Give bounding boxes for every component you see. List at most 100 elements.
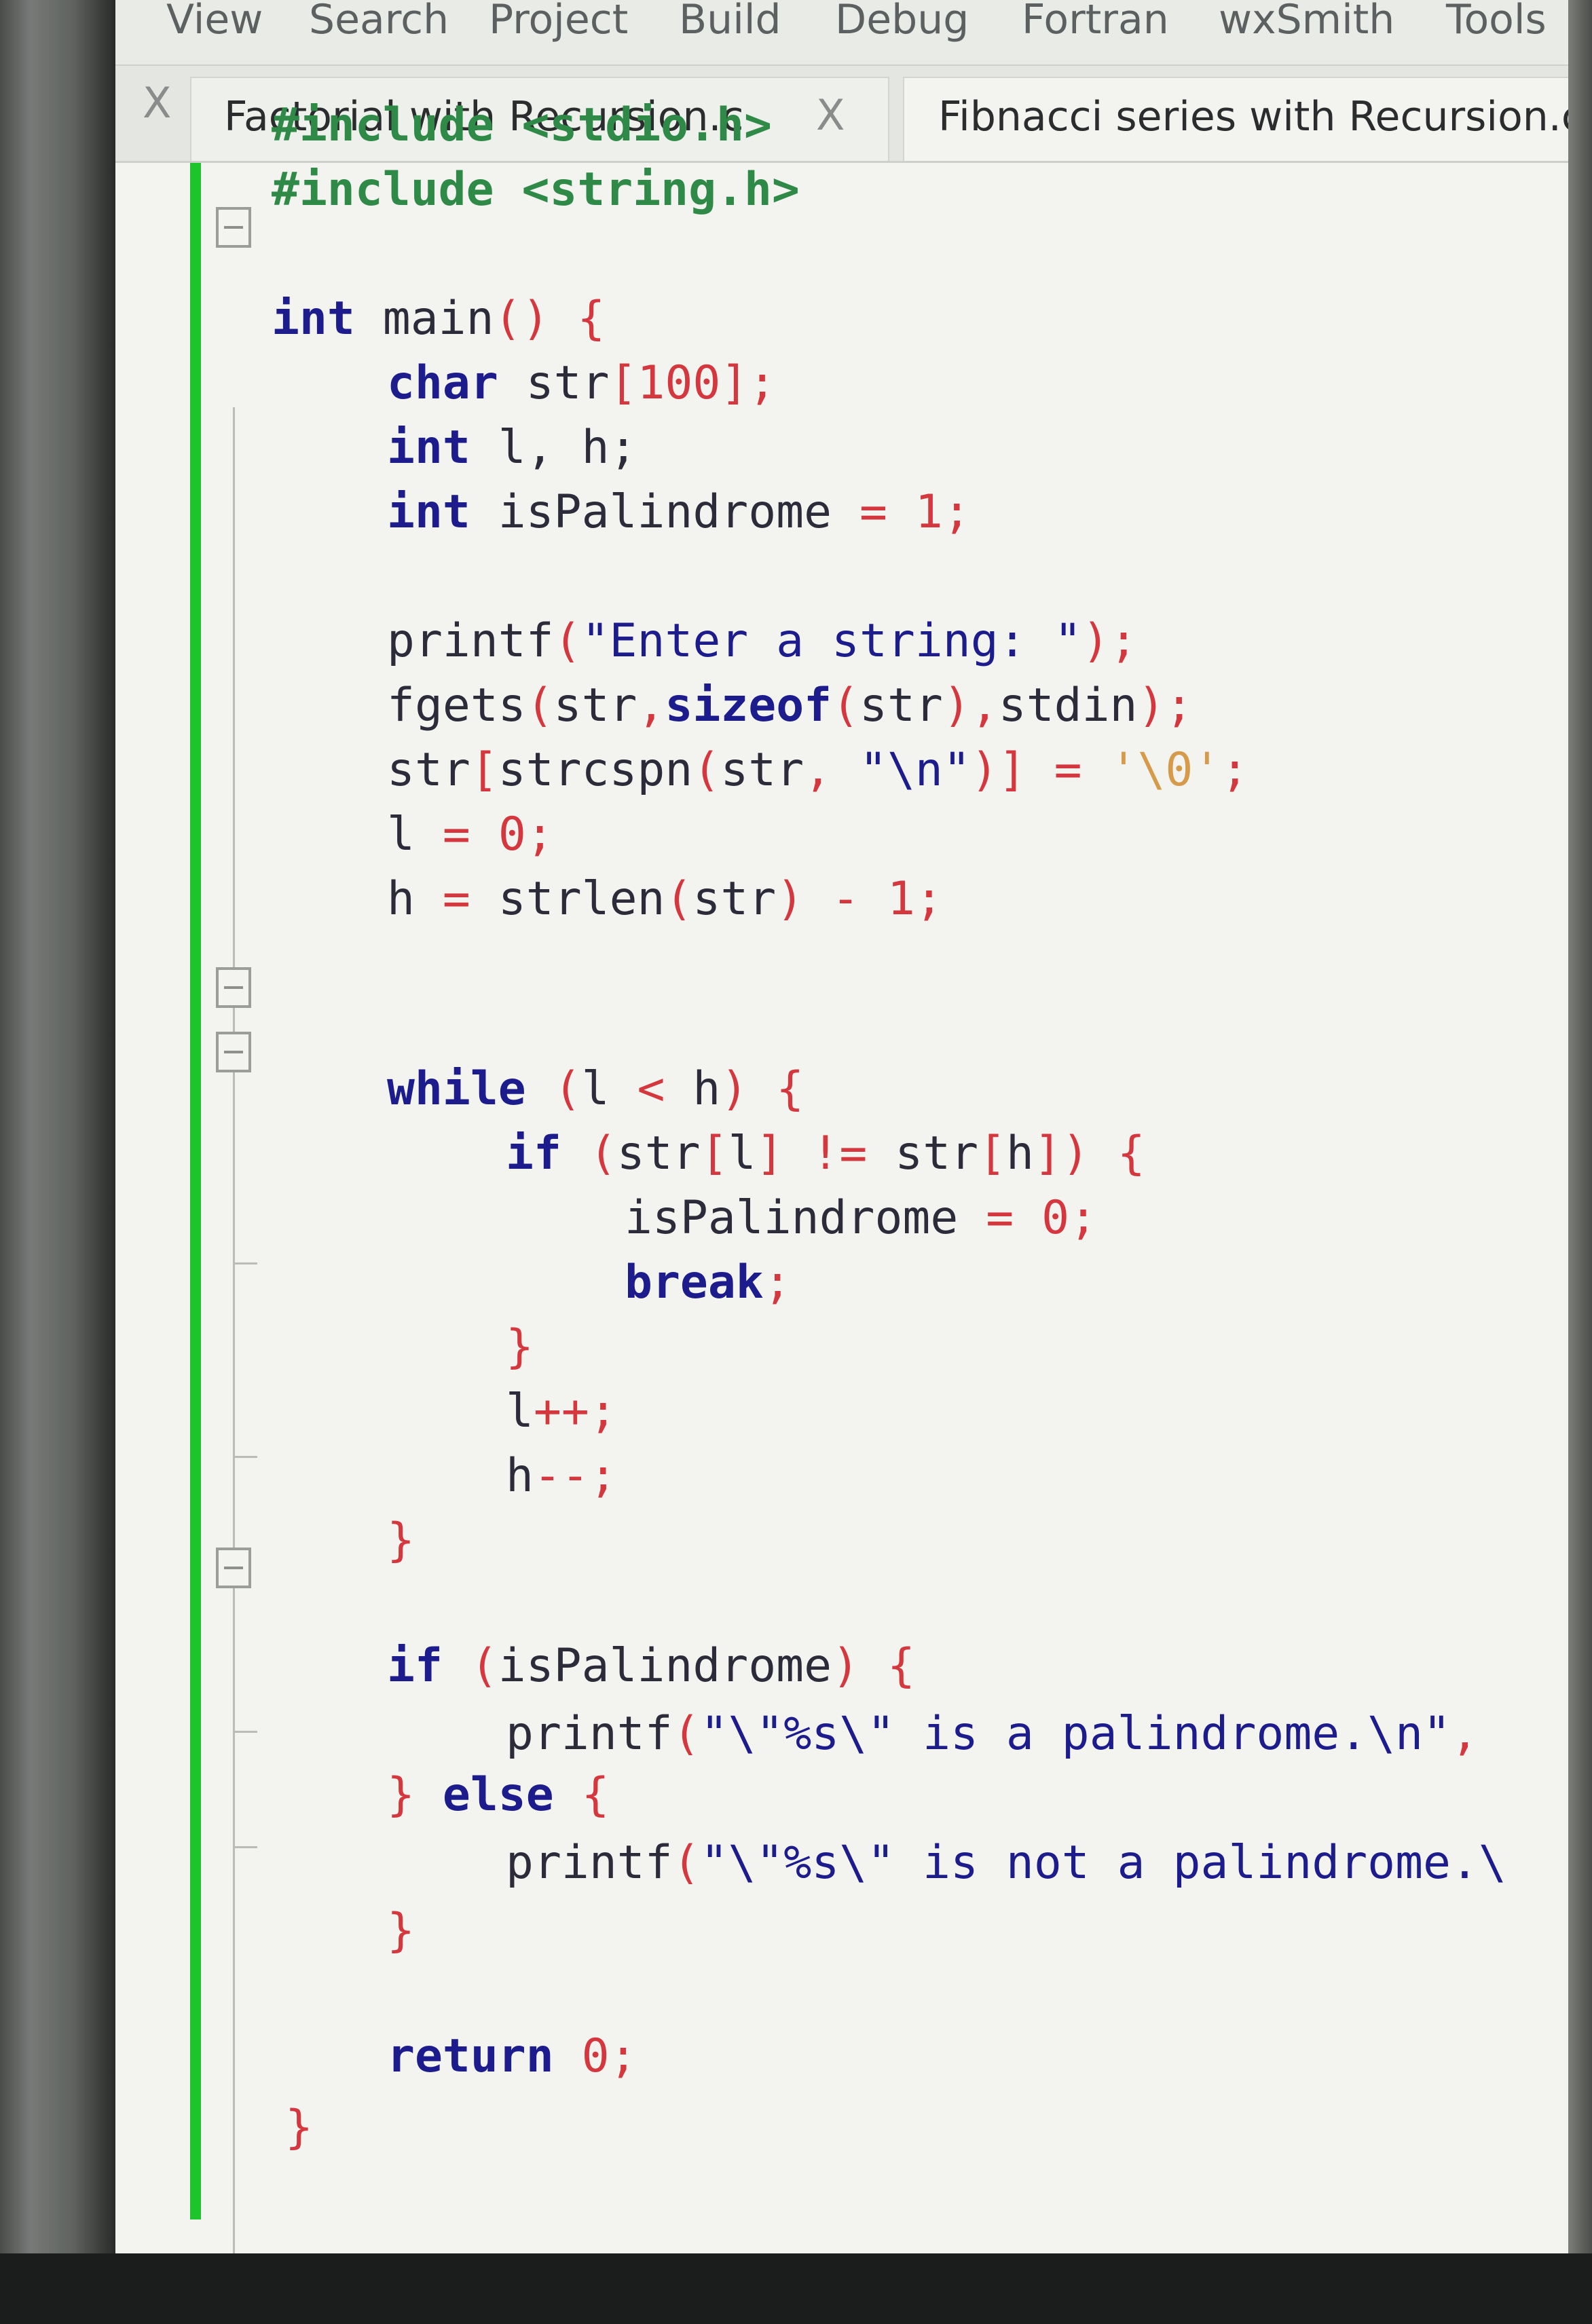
menu-project[interactable]: Project bbox=[489, 0, 628, 43]
code-line: if (str[l] != str[h]) { bbox=[506, 1127, 1145, 1181]
code-line: l++; bbox=[506, 1385, 617, 1439]
code-token: str bbox=[498, 356, 610, 410]
code-token: str bbox=[895, 1127, 979, 1180]
code-token: < bbox=[637, 1062, 665, 1116]
code-token: 100 bbox=[637, 356, 721, 410]
code-token: ( bbox=[561, 1127, 617, 1180]
fold-end-marker bbox=[233, 1731, 257, 1733]
code-token: [ bbox=[978, 1127, 1007, 1180]
code-token: 0 bbox=[498, 808, 526, 861]
menu-bar: View Search Project Build Debug Fortran … bbox=[115, 0, 1568, 66]
code-line: } else { bbox=[387, 1768, 610, 1822]
code-token: int bbox=[272, 292, 355, 345]
code-line: while (l < h) { bbox=[387, 1062, 804, 1117]
close-icon[interactable]: X bbox=[816, 90, 845, 140]
code-token: int bbox=[387, 421, 470, 474]
code-line: int l, h; bbox=[387, 421, 637, 475]
code-token: #include <stdio.h> bbox=[272, 98, 772, 152]
code-token: ; bbox=[942, 485, 971, 539]
fold-toggle-icon[interactable] bbox=[216, 1548, 251, 1588]
code-line: #include <string.h> bbox=[272, 163, 800, 217]
code-token: h bbox=[1006, 1127, 1034, 1180]
code-line: h--; bbox=[506, 1449, 617, 1503]
code-token: l bbox=[728, 1127, 756, 1180]
code-token: int bbox=[387, 485, 470, 539]
code-line: h = strlen(str) - 1; bbox=[387, 872, 943, 926]
menu-build[interactable]: Build bbox=[679, 0, 781, 43]
menu-search[interactable]: Search bbox=[309, 0, 449, 43]
code-token: h bbox=[665, 1062, 721, 1116]
code-line: } bbox=[387, 1904, 415, 1958]
code-token: ) bbox=[720, 1062, 777, 1116]
close-icon[interactable]: X bbox=[143, 78, 171, 128]
menu-tools[interactable]: Tools bbox=[1446, 0, 1547, 43]
code-token: ); bbox=[1081, 614, 1138, 668]
device-bezel-bottom bbox=[0, 2253, 1592, 2324]
code-token: h bbox=[387, 872, 415, 926]
code-line: int isPalindrome = 1; bbox=[387, 485, 971, 540]
code-token: "\"%s\" is a palindrome.\n" bbox=[700, 1707, 1451, 1761]
device-bezel-left bbox=[0, 0, 122, 2324]
code-token: strlen bbox=[498, 872, 665, 926]
code-token: { bbox=[887, 1639, 915, 1693]
code-line: printf("\"%s\" is not a palindrome.\ bbox=[506, 1836, 1506, 1890]
code-line: #include <stdio.h> bbox=[272, 98, 772, 153]
code-token: ( bbox=[672, 1836, 701, 1890]
code-token: isPalindrome bbox=[625, 1191, 986, 1245]
fold-toggle-icon[interactable] bbox=[216, 207, 251, 248]
code-token: , bbox=[1450, 1707, 1479, 1761]
code-token: , bbox=[804, 743, 860, 797]
code-token: strcspn bbox=[498, 743, 693, 797]
code-token: "\"%s\" is not a palindrome.\ bbox=[700, 1836, 1506, 1890]
code-token: ]; bbox=[720, 356, 777, 410]
code-token: } bbox=[506, 1320, 534, 1374]
code-token: { bbox=[581, 1768, 610, 1822]
code-token: ( bbox=[525, 679, 554, 732]
code-token: ) bbox=[776, 872, 804, 926]
code-token: = bbox=[859, 485, 887, 539]
code-token: , bbox=[637, 679, 665, 732]
code-line: if (isPalindrome) { bbox=[387, 1639, 915, 1693]
code-line: printf("\"%s\" is a palindrome.\n", bbox=[506, 1707, 1479, 1761]
code-line: } bbox=[506, 1320, 534, 1374]
code-token: { bbox=[549, 292, 606, 345]
code-token: printf bbox=[506, 1707, 673, 1761]
code-token: ( bbox=[553, 614, 582, 668]
code-token: ); bbox=[1137, 679, 1193, 732]
code-token: "\n" bbox=[859, 743, 971, 797]
code-token: l bbox=[581, 1062, 637, 1116]
code-token: l bbox=[387, 808, 415, 861]
code-token: = bbox=[442, 872, 470, 926]
code-line: int main() { bbox=[272, 292, 605, 346]
fold-toggle-icon[interactable] bbox=[216, 1032, 251, 1072]
menu-debug[interactable]: Debug bbox=[835, 0, 969, 43]
fold-toggle-icon[interactable] bbox=[216, 967, 251, 1008]
code-token: } bbox=[285, 2101, 313, 2154]
code-token: ++; bbox=[533, 1385, 617, 1438]
menu-fortran[interactable]: Fortran bbox=[1022, 0, 1169, 43]
code-line: return 0; bbox=[387, 2029, 637, 2084]
menu-wxsmith[interactable]: wxSmith bbox=[1219, 0, 1394, 43]
tab-fibnacci-series-with-recursion[interactable]: Fibnacci series with Recursion.c X bbox=[903, 77, 1568, 161]
code-token: () bbox=[494, 292, 550, 345]
code-token: l, h; bbox=[470, 421, 637, 474]
code-token: break bbox=[625, 1256, 764, 1309]
code-token: str bbox=[553, 679, 637, 732]
code-token: 1 bbox=[914, 485, 943, 539]
fold-end-marker bbox=[233, 1846, 257, 1848]
menu-view[interactable]: View bbox=[166, 0, 263, 43]
fold-guide bbox=[233, 407, 235, 2253]
code-token: l bbox=[506, 1385, 534, 1438]
code-line: char str[100]; bbox=[387, 356, 776, 411]
code-editor[interactable]: #include <stdio.h> #include <string.h> int… bbox=[115, 98, 1568, 2253]
